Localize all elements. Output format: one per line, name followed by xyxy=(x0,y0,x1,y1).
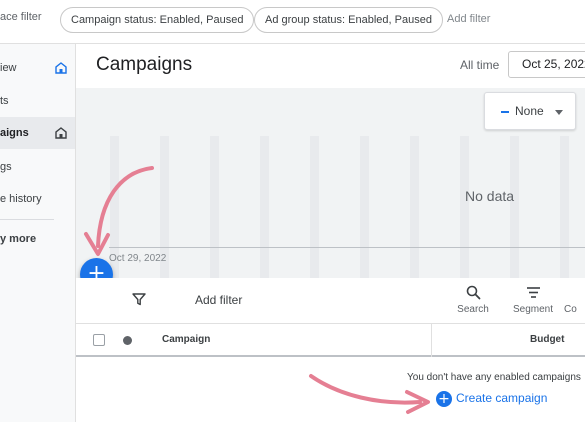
page-title: Campaigns xyxy=(96,54,193,75)
date-range-value: Oct 25, 2022 xyxy=(522,57,585,71)
chart-gridline xyxy=(360,136,369,296)
sidebar-item-change-history[interactable]: e history xyxy=(0,183,75,215)
search-label: Search xyxy=(457,304,489,315)
chart-baseline xyxy=(109,247,585,248)
chart-gridline xyxy=(410,136,419,296)
date-range-picker[interactable]: Oct 25, 2022 xyxy=(508,51,585,78)
chart-gridline xyxy=(510,136,519,296)
search-button[interactable]: Search xyxy=(448,285,498,315)
workspace-filter-label[interactable]: ace filter xyxy=(0,11,42,23)
sidebar-item-label: aigns xyxy=(0,127,29,139)
column-divider xyxy=(431,324,432,357)
metric-selector-dropdown[interactable]: None xyxy=(484,92,576,130)
columns-button[interactable]: Co xyxy=(564,285,585,315)
segment-button[interactable]: Segment xyxy=(508,285,558,315)
caret-down-icon xyxy=(555,110,563,115)
filter-icon[interactable] xyxy=(132,292,146,306)
sidebar: iew ts aigns gs e history y more xyxy=(0,44,76,422)
status-column-icon xyxy=(123,336,132,345)
chart-gridline xyxy=(260,136,269,296)
chart-gridline xyxy=(560,136,569,296)
sidebar-item-label: ts xyxy=(0,95,9,107)
chart-gridline xyxy=(210,136,219,296)
add-filter-link[interactable]: Add filter xyxy=(447,13,490,25)
sidebar-item-overview[interactable]: iew xyxy=(0,52,75,84)
chart-gridline xyxy=(160,136,169,296)
sidebar-item-label: y more xyxy=(0,233,37,245)
home-icon xyxy=(55,62,67,74)
create-campaign-label: Create campaign xyxy=(456,391,548,405)
date-range-label: All time xyxy=(460,58,500,72)
select-all-checkbox[interactable] xyxy=(93,334,105,346)
sidebar-item-recommendations[interactable]: ts xyxy=(0,85,75,117)
annotation-arrow-to-create-head xyxy=(405,390,430,414)
campaign-status-filter-chip[interactable]: Campaign status: Enabled, Paused xyxy=(60,7,255,33)
chart-gridline xyxy=(460,136,469,296)
no-data-message: No data xyxy=(465,188,515,204)
metric-selector-value: None xyxy=(515,104,544,118)
sidebar-item-label: e history xyxy=(0,193,42,205)
search-icon xyxy=(466,285,480,300)
sidebar-divider xyxy=(0,219,54,220)
empty-state-message: You don't have any enabled campaigns xyxy=(407,372,581,383)
add-filter-button[interactable]: Add filter xyxy=(195,293,242,307)
ad-group-status-filter-chip[interactable]: Ad group status: Enabled, Paused xyxy=(254,7,443,33)
plus-icon: + xyxy=(436,391,452,407)
column-header-budget[interactable]: Budget xyxy=(530,334,564,345)
sidebar-item-label: iew xyxy=(0,62,17,74)
annotation-arrow-to-create xyxy=(309,374,422,405)
chart-gridline xyxy=(310,136,319,296)
segment-label: Segment xyxy=(512,304,554,315)
table-header-row xyxy=(76,324,585,357)
metric-color-swatch xyxy=(501,111,509,113)
chart-x-axis-label: Oct 29, 2022 xyxy=(109,253,167,264)
columns-label: Co xyxy=(564,304,577,315)
column-header-campaign[interactable]: Campaign xyxy=(162,334,210,345)
sidebar-item-show-more[interactable]: y more xyxy=(0,223,75,255)
segment-icon xyxy=(526,287,540,298)
home-icon xyxy=(55,127,67,139)
sidebar-item-campaigns[interactable]: aigns xyxy=(0,117,75,149)
sidebar-item-settings[interactable]: gs xyxy=(0,151,75,183)
sidebar-item-label: gs xyxy=(0,161,12,173)
